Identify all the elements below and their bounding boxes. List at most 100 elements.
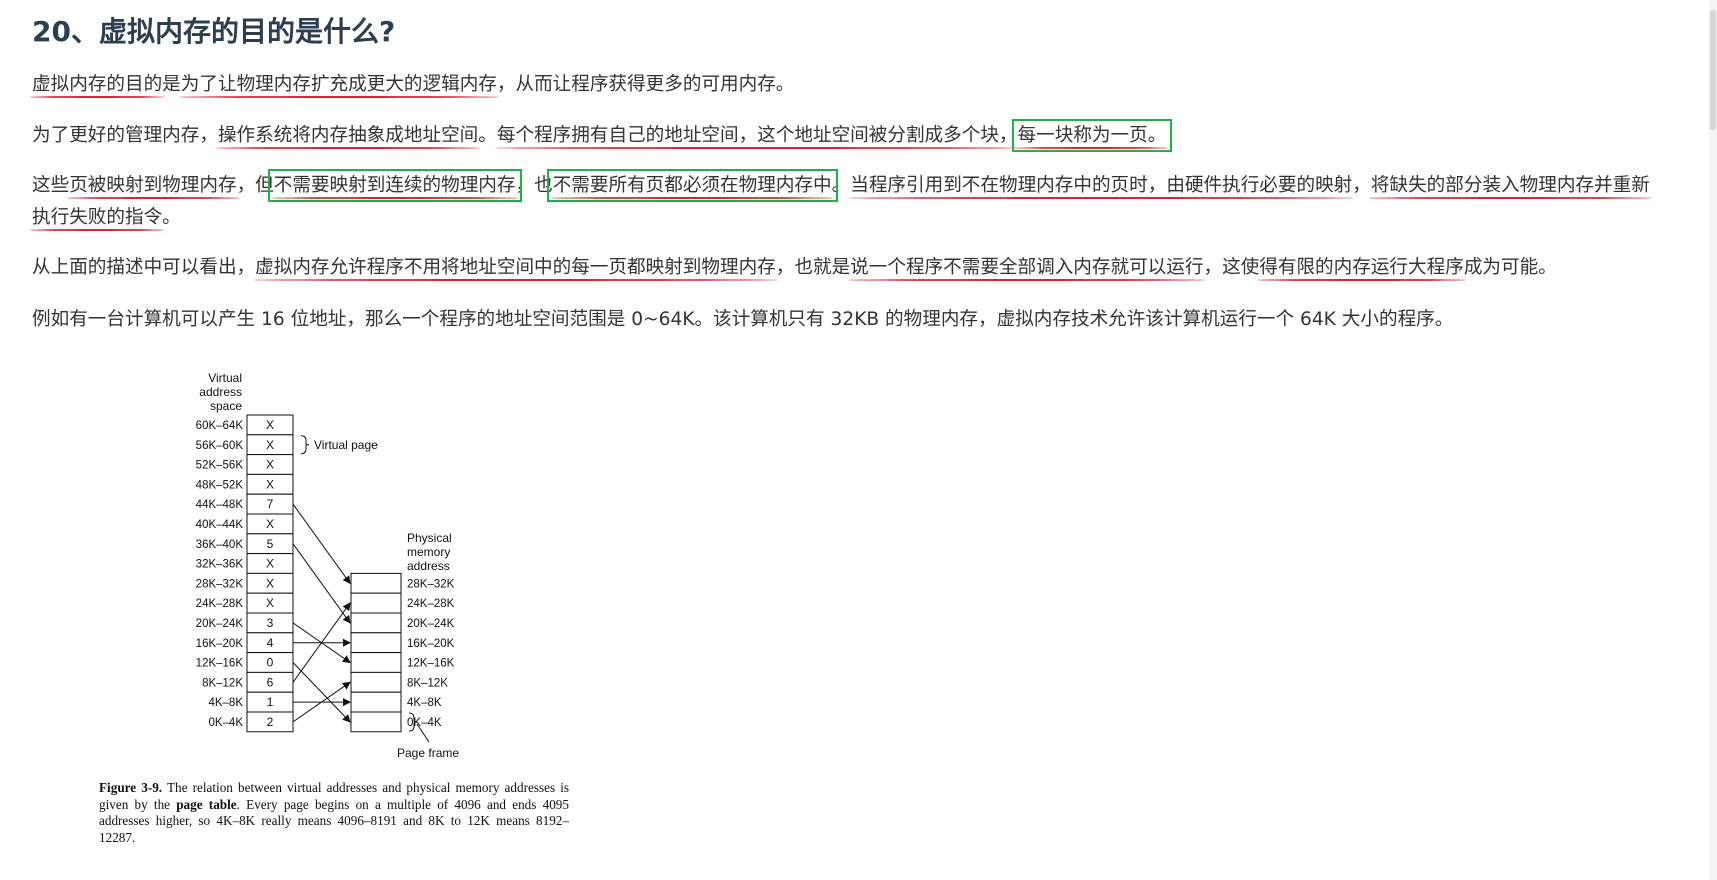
virtual-page-value: X [266,458,274,472]
text-span: ， [1352,175,1371,196]
virtual-page-brace [300,435,310,455]
virtual-page-value: 1 [267,695,274,709]
virtual-page-value: X [266,517,274,531]
figure-label: Figure 3-9. [99,780,163,795]
virtual-page-value: X [266,557,274,571]
paragraph-4: 从上面的描述中可以看出，虚拟内存允许程序不用将地址空间中的每一页都映射到物理内存… [32,252,1557,284]
virtual-page-value: 5 [267,537,274,551]
virtual-range-label: 12K–16K [196,658,244,670]
virtual-range-label: 0K–4K [208,717,243,729]
text-span: 是 [162,74,181,95]
text-span: 。 [162,207,181,228]
virtual-range-label: 20K–24K [196,618,244,630]
text-span: ，但 [236,175,274,196]
virtual-range-label: 16K–20K [196,638,244,650]
mapping-arrow [292,503,351,585]
virtual-range-label: 48K–52K [196,479,244,491]
virtual-space-label: address [199,385,242,399]
virtual-page-value: X [266,438,274,452]
virtual-range-label: 24K–28K [196,598,244,610]
virtual-range-label: 28K–32K [196,578,244,590]
scrollbar[interactable] [1709,0,1717,880]
highlight-box-span: 不需要所有页都必须在物理内存中 [546,169,838,202]
physical-range-label: 24K–28K [407,598,455,610]
text-span: ，也就是 [775,257,851,278]
virtual-page-value: 2 [267,715,274,729]
underline-span: 当程序引用到不在物理内存中的页时，由硬件执行必要的映射 [850,175,1353,196]
physical-memory-label: memory [407,545,450,559]
virtual-page-value: X [266,418,274,432]
virtual-range-label: 36K–40K [196,539,244,551]
mapping-arrow [292,662,351,723]
underline-span: 将缺失的部分装入物理内存并重新 [1370,175,1650,196]
physical-memory-label: address [407,559,450,573]
virtual-page-value: X [266,576,274,590]
text-span: 成为可能。 [1463,257,1557,278]
physical-range-label: 20K–24K [407,618,455,630]
text-span: 为了更好的管理内存， [32,125,218,146]
underline-span: 虚拟内存允许程序不用将地址空间中的每一页都映射到物理内存 [255,257,776,278]
virtual-range-label: 32K–36K [196,559,244,571]
text-span: ，这使 [1203,257,1260,278]
virtual-space-label: space [210,399,242,413]
virtual-page-label: Virtual page [314,438,378,452]
virtual-range-label: 44K–48K [196,499,244,511]
section-title: 20、虚拟内存的目的是什么? [32,15,396,48]
physical-range-label: 4K–8K [407,697,442,709]
virtual-page-value: 6 [267,675,274,689]
page-frame-label: Page frame [397,746,459,760]
physical-range-label: 8K–12K [407,677,448,689]
caption-bold: page table [176,796,237,812]
virtual-page-value: X [266,477,274,491]
scrollbar-thumb[interactable] [1710,10,1716,130]
highlight-box-span: 不需要映射到连续的物理内存 [267,169,522,202]
virtual-range-label: 60K–64K [196,420,244,432]
physical-frame-cell [350,592,402,614]
mapping-arrow [292,543,351,624]
underline-span: 得有限的内存运行大程序 [1259,257,1464,278]
physical-frame-cell [350,632,402,654]
virtual-range-label: 4K–8K [208,697,243,709]
paragraph-1: 虚拟内存的目的是为了让物理内存扩充成更大的逻辑内存，从而让程序获得更多的可用内存… [32,69,794,101]
virtual-space-label: Virtual [208,371,242,385]
text-span: ，也 [515,175,553,196]
physical-frame-cell [350,572,402,594]
text-span: 。 [831,175,851,196]
virtual-page-value: 7 [267,497,274,511]
page-table-figure: Virtual address space Physical memory address… [95,360,595,860]
underline-span: 页被映射到物理内存 [69,175,237,196]
physical-memory-label: Physical [407,531,452,545]
physical-frame-cell [350,671,402,693]
text-span: 这些 [32,175,70,196]
virtual-page-value: X [266,596,274,610]
virtual-range-label: 56K–60K [196,440,244,452]
physical-frame-cell [350,711,402,733]
text-span: 从上面的描述中可以看出， [32,257,256,278]
highlight-box-span: 每一块称为一页。 [1011,119,1173,152]
virtual-page-value: 3 [267,616,274,630]
physical-range-label: 12K–16K [407,658,455,670]
underline-span: 虚拟内存的目的 [32,74,163,95]
paragraph-3: 这些页被映射到物理内存，但不需要映射到连续的物理内存，也不需要所有页都必须在物理… [32,169,1650,234]
physical-frame-cell [350,691,402,713]
virtual-range-label: 8K–12K [202,677,243,689]
virtual-page-value: 0 [267,656,274,670]
text-span: ，从而让程序获得更多的可用内存。 [496,74,795,95]
virtual-page-value: 4 [267,636,274,650]
physical-range-label: 0K–4K [407,717,442,729]
paragraph-2: 为了更好的管理内存，操作系统将内存抽象成地址空间。每个程序拥有自己的地址空间，这… [32,119,1173,152]
physical-frame-cell [350,652,402,673]
underline-span: 操作系统将内存抽象成地址空间 [217,125,479,146]
page-table-diagram: VirtualaddressspacePhysicalmemoryaddress… [196,371,460,760]
underline-span: 说一个程序不需要全部调入内存就可以运行 [850,257,1204,278]
text-span: 。 [478,125,497,146]
figure-caption: Figure 3-9. The relation between virtual… [99,780,569,846]
physical-frame-cell [350,612,402,634]
physical-range-label: 28K–32K [407,578,455,590]
underline-span: 执行失败的指令 [32,207,163,228]
physical-range-label: 16K–20K [407,638,455,650]
underline-span: 为了让物理内存扩充成更大的逻辑内存 [180,74,497,95]
virtual-range-label: 40K–44K [196,519,244,531]
paragraph-5: 例如有一台计算机可以产生 16 位地址，那么一个程序的地址空间范围是 0~64K… [32,309,1454,330]
virtual-range-label: 52K–56K [196,460,244,472]
